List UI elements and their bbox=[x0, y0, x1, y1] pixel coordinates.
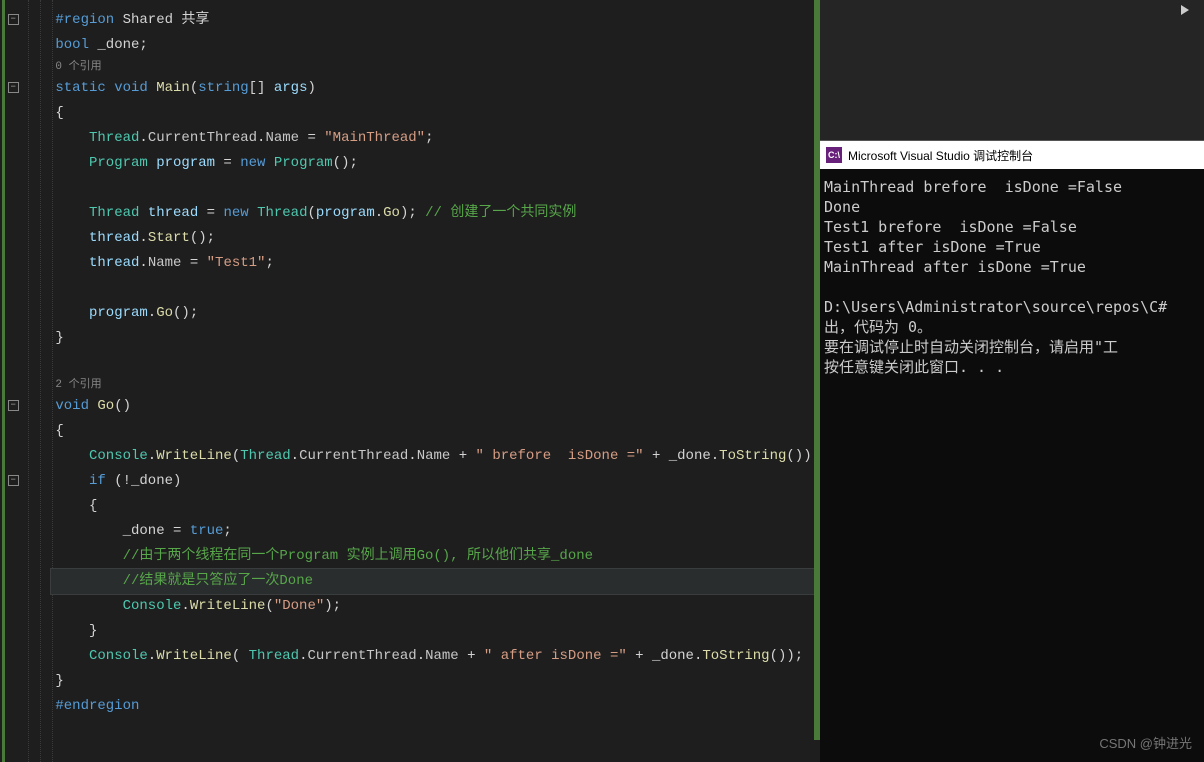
code-line[interactable]: void Go() bbox=[51, 394, 820, 419]
code-line[interactable]: thread.Start(); bbox=[51, 226, 820, 251]
code-line[interactable]: } bbox=[51, 326, 820, 351]
run-icon[interactable] bbox=[1181, 5, 1189, 15]
code-line[interactable]: Thread.CurrentThread.Name = "MainThread"… bbox=[51, 126, 820, 151]
console-title: Microsoft Visual Studio 调试控制台 bbox=[848, 147, 1033, 164]
code-line[interactable]: _done = true; bbox=[51, 519, 820, 544]
indent-guides bbox=[20, 0, 51, 762]
fold-gutter[interactable]: − − − − bbox=[5, 0, 21, 762]
console-output[interactable]: MainThread brefore isDone =False Done Te… bbox=[820, 169, 1204, 385]
fold-toggle-icon[interactable]: − bbox=[8, 82, 19, 93]
code-content[interactable]: #region Shared 共享bool _done;0 个引用static … bbox=[51, 0, 820, 762]
fold-toggle-icon[interactable]: − bbox=[8, 400, 19, 411]
code-line[interactable] bbox=[51, 176, 820, 201]
code-line[interactable]: Console.WriteLine(Thread.CurrentThread.N… bbox=[51, 444, 820, 469]
code-line[interactable] bbox=[51, 351, 820, 376]
code-line[interactable]: program.Go(); bbox=[51, 301, 820, 326]
watermark-text: CSDN @钟进光 bbox=[1099, 733, 1192, 752]
code-line[interactable]: bool _done; bbox=[51, 33, 820, 58]
fold-toggle-icon[interactable]: − bbox=[8, 14, 19, 25]
code-line[interactable]: { bbox=[51, 419, 820, 444]
codelens-hint[interactable]: 0 个引用 bbox=[51, 58, 820, 76]
code-editor[interactable]: − − − − #region Shared 共享bool _done;0 个引用st… bbox=[0, 0, 820, 762]
code-line[interactable]: { bbox=[51, 101, 820, 126]
code-line[interactable]: #region Shared 共享 bbox=[51, 8, 820, 33]
code-line[interactable] bbox=[51, 276, 820, 301]
code-line[interactable]: Program program = new Program(); bbox=[51, 151, 820, 176]
code-line[interactable]: if (!_done) bbox=[51, 469, 820, 494]
vs-console-icon: C:\ bbox=[826, 147, 842, 163]
editor-dark-region bbox=[820, 0, 1204, 140]
code-line[interactable]: Thread thread = new Thread(program.Go); … bbox=[51, 201, 820, 226]
codelens-hint[interactable]: 2 个引用 bbox=[51, 376, 820, 394]
code-line[interactable]: } bbox=[51, 619, 820, 644]
code-line[interactable]: thread.Name = "Test1"; bbox=[51, 251, 820, 276]
code-line[interactable]: } bbox=[51, 669, 820, 694]
console-titlebar[interactable]: C:\ Microsoft Visual Studio 调试控制台 bbox=[820, 141, 1204, 169]
code-line[interactable]: { bbox=[51, 494, 820, 519]
fold-toggle-icon[interactable]: − bbox=[8, 475, 19, 486]
code-line[interactable]: static void Main(string[] args) bbox=[51, 76, 820, 101]
code-line[interactable]: Console.WriteLine( Thread.CurrentThread.… bbox=[51, 644, 820, 669]
code-line[interactable]: Console.WriteLine("Done"); bbox=[51, 594, 820, 619]
debug-console-window[interactable]: C:\ Microsoft Visual Studio 调试控制台 MainTh… bbox=[820, 140, 1204, 762]
code-line[interactable]: #endregion bbox=[51, 694, 820, 719]
code-line[interactable]: //结果就是只答应了一次Done bbox=[51, 569, 820, 594]
code-line[interactable]: //由于两个线程在同一个Program 实例上调用Go(), 所以他们共享_do… bbox=[51, 544, 820, 569]
